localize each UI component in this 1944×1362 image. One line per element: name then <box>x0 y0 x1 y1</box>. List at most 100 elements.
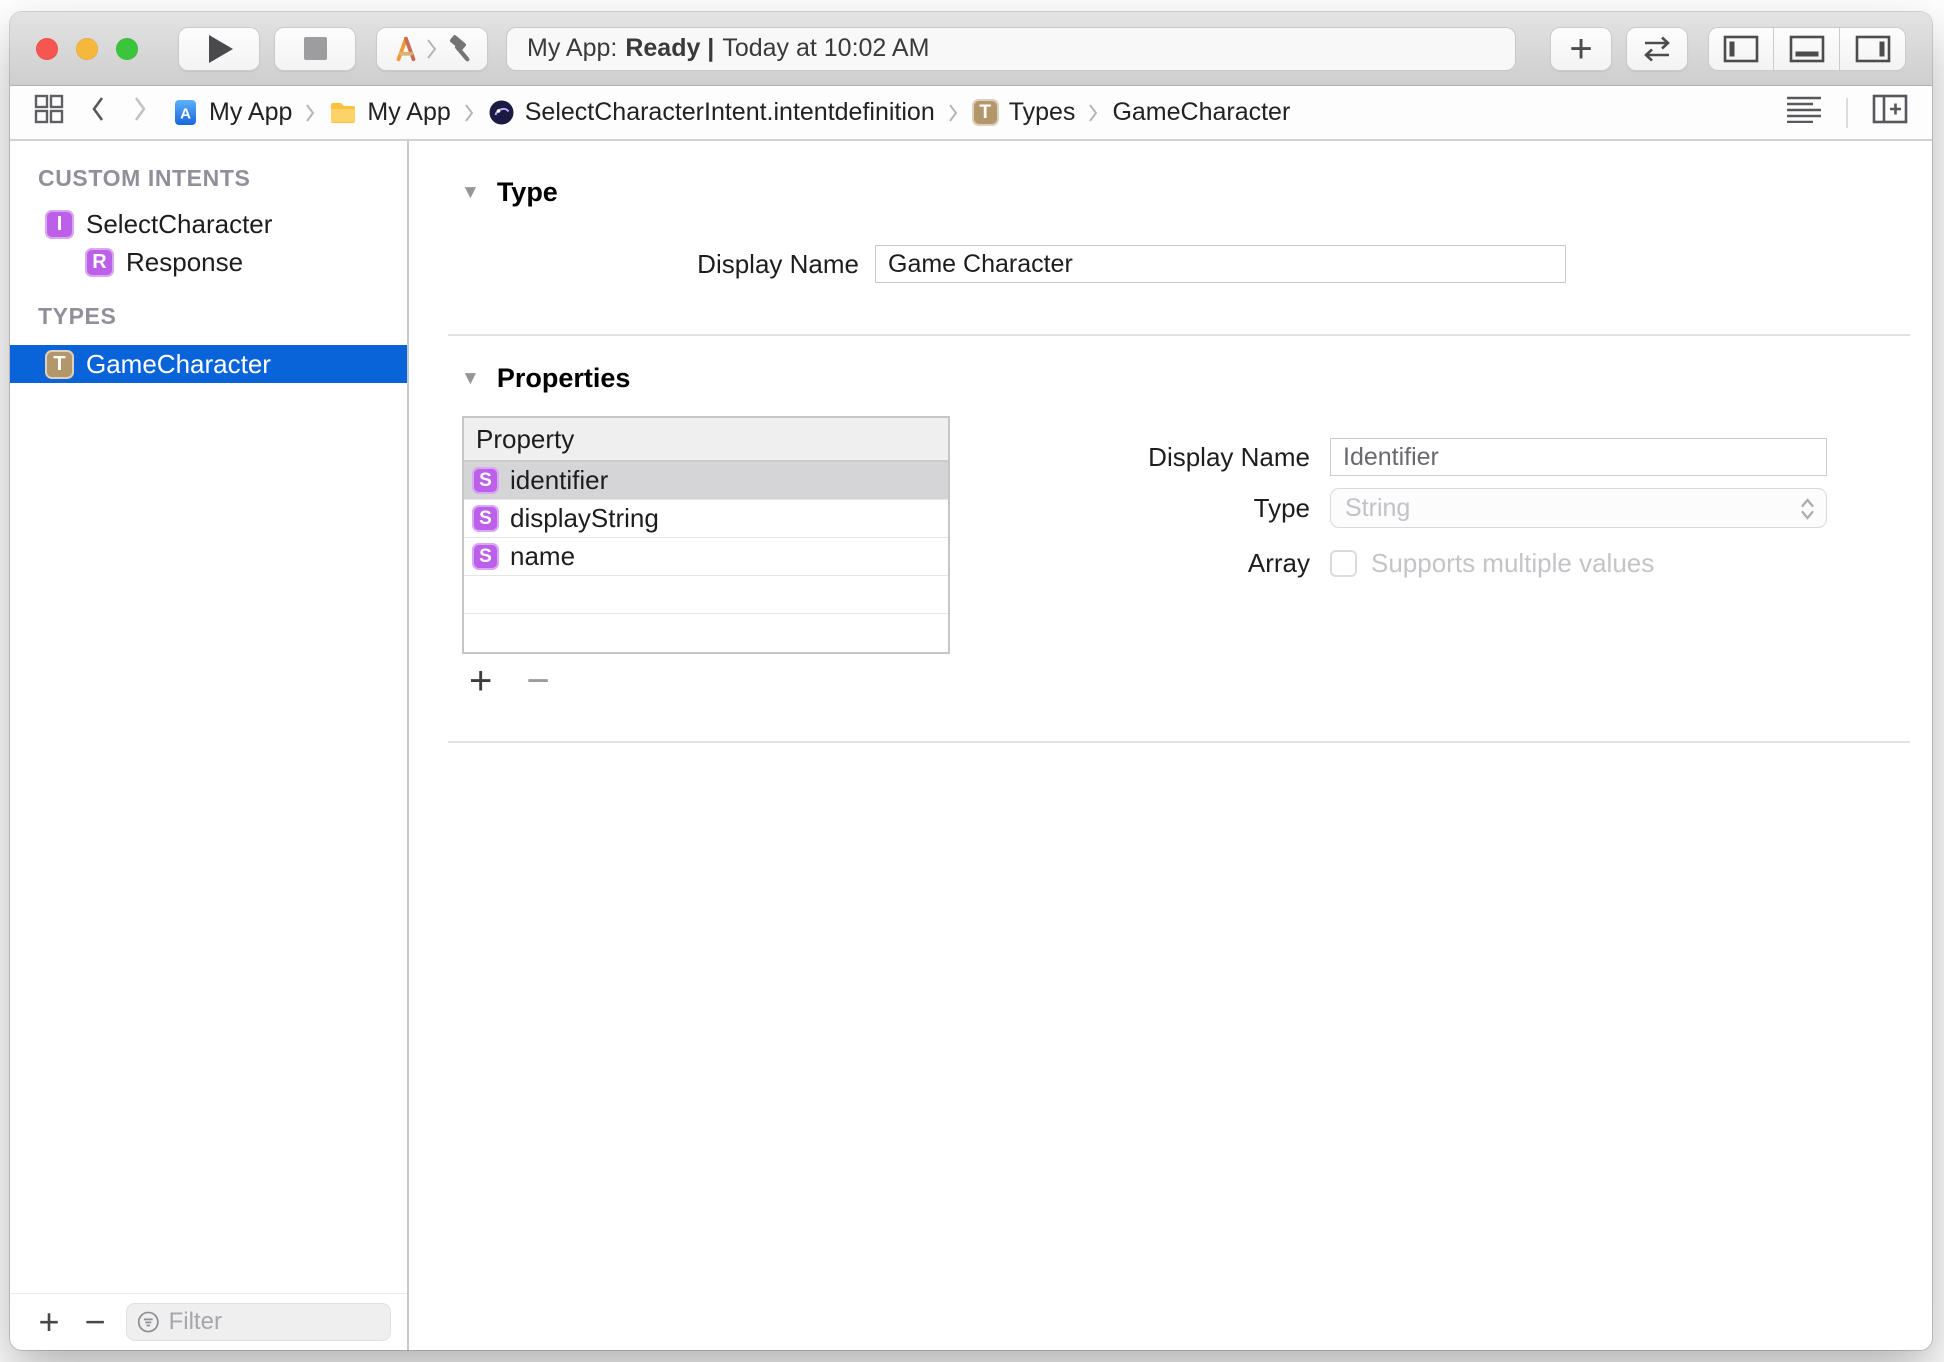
back-button[interactable] <box>90 96 106 129</box>
project-icon: A <box>172 99 199 126</box>
add-editor-icon <box>1872 92 1908 126</box>
remove-property-button[interactable]: − <box>526 661 549 701</box>
compare-arrows-icon <box>1638 34 1676 64</box>
sidebar-outline: CUSTOM INTENTS I SelectCharacter R Respo… <box>10 141 407 1293</box>
type-disclosure-triangle[interactable]: ▼ <box>461 182 480 204</box>
array-checkbox[interactable] <box>1330 550 1357 577</box>
related-items-button[interactable] <box>34 94 64 131</box>
forward-button[interactable] <box>132 96 148 129</box>
type-display-name-input[interactable] <box>875 245 1566 283</box>
type-badge: T <box>972 99 999 126</box>
breadcrumb-project[interactable]: A My App <box>172 98 292 127</box>
close-window-button[interactable] <box>36 38 58 60</box>
library-button[interactable]: + <box>1550 27 1612 71</box>
navigator-toggle-button[interactable] <box>1708 27 1774 71</box>
breadcrumb-intent-file[interactable]: SelectCharacterIntent.intentdefinition <box>488 98 935 127</box>
breadcrumb-chevron-icon <box>1088 103 1099 123</box>
toolbar: My App: Ready | Today at 10:02 AM + <box>10 12 1932 86</box>
intent-badge: I <box>45 210 74 239</box>
play-icon <box>209 35 233 63</box>
property-table-actions: + − <box>469 661 550 701</box>
status-project: My App: <box>527 34 617 63</box>
jump-bar: A My App My App <box>10 86 1932 141</box>
type-dropdown-value: String <box>1345 494 1410 523</box>
content-area: CUSTOM INTENTS I SelectCharacter R Respo… <box>10 141 1932 1350</box>
add-editor-button[interactable] <box>1872 92 1908 133</box>
activity-status-display: My App: Ready | Today at 10:02 AM <box>506 27 1516 71</box>
status-state: Ready | <box>625 34 714 63</box>
sidebar-item-gamecharacter[interactable]: T GameCharacter <box>10 345 407 383</box>
breadcrumb-label: SelectCharacterIntent.intentdefinition <box>525 98 935 127</box>
intent-file-icon <box>488 99 515 126</box>
detail-display-name-input[interactable] <box>1330 438 1827 476</box>
breadcrumb-group[interactable]: My App <box>329 98 450 127</box>
sidebar-item-response[interactable]: R Response <box>10 243 407 281</box>
breadcrumb-gamecharacter[interactable]: GameCharacter <box>1112 98 1290 127</box>
chevron-left-icon <box>90 96 106 122</box>
folder-icon <box>329 101 357 125</box>
properties-section-title: Properties <box>497 363 631 394</box>
minimize-window-button[interactable] <box>76 38 98 60</box>
detail-type-row: Type String <box>409 488 1827 528</box>
run-button[interactable] <box>178 27 260 71</box>
sidebar-item-selectcharacter[interactable]: I SelectCharacter <box>10 205 407 243</box>
section-header-types: TYPES <box>38 301 407 331</box>
sidebar-item-label: GameCharacter <box>86 349 271 380</box>
display-name-label: Display Name <box>409 249 859 280</box>
remove-intent-button[interactable]: − <box>72 1304 118 1340</box>
properties-disclosure-triangle[interactable]: ▼ <box>461 368 480 390</box>
related-items-icon <box>34 94 64 124</box>
jump-bar-controls <box>34 94 148 131</box>
xcode-tools-icon <box>391 34 421 64</box>
add-intent-button[interactable]: + <box>26 1304 72 1340</box>
response-badge: R <box>85 248 114 277</box>
property-row-empty[interactable] <box>464 576 948 614</box>
sidebar-item-label: Response <box>126 247 243 278</box>
code-review-button[interactable] <box>1626 27 1688 71</box>
sidebar-bottom-bar: + − <box>10 1293 407 1350</box>
detail-array-label: Array <box>409 548 1310 579</box>
breadcrumb-chevron-icon <box>464 103 475 123</box>
chevron-right-icon <box>132 96 148 122</box>
activity-tools-button[interactable] <box>376 27 488 71</box>
inspector-toggle-button[interactable] <box>1840 27 1906 71</box>
breadcrumb-label: My App <box>367 98 450 127</box>
breadcrumb-label: GameCharacter <box>1112 98 1290 127</box>
section-divider <box>448 741 1910 743</box>
section-divider <box>448 334 1910 336</box>
panel-toggles <box>1708 27 1906 71</box>
jump-bar-right <box>1786 92 1908 133</box>
filter-input[interactable] <box>169 1308 380 1336</box>
filter-field[interactable] <box>126 1303 391 1341</box>
add-property-button[interactable]: + <box>469 661 492 701</box>
array-checkbox-label: Supports multiple values <box>1371 548 1654 579</box>
type-section-header: ▼ Type <box>461 177 558 208</box>
properties-section-header: ▼ Properties <box>461 363 630 394</box>
debug-area-toggle-button[interactable] <box>1774 27 1840 71</box>
zoom-window-button[interactable] <box>116 38 138 60</box>
breadcrumb-label: Types <box>1009 98 1076 127</box>
detail-display-name-row: Display Name <box>409 438 1827 476</box>
detail-array-row: Array Supports multiple values <box>409 548 1654 579</box>
divider <box>1846 98 1848 128</box>
debug-panel-icon <box>1789 35 1825 63</box>
section-header-custom-intents: CUSTOM INTENTS <box>38 163 407 193</box>
sidebar-item-label: SelectCharacter <box>86 209 272 240</box>
breadcrumb-types[interactable]: T Types <box>972 98 1076 127</box>
type-dropdown[interactable]: String <box>1330 488 1827 528</box>
text-lines-icon <box>1786 95 1822 123</box>
stepper-chevrons-icon <box>1799 495 1816 523</box>
plus-icon: + <box>1569 29 1592 69</box>
stop-button[interactable] <box>274 27 356 71</box>
type-section-title: Type <box>497 177 558 208</box>
breadcrumb-label: My App <box>209 98 292 127</box>
type-display-name-row: Display Name <box>409 245 1566 283</box>
detail-display-name-label: Display Name <box>409 442 1310 473</box>
status-time: Today at 10:02 AM <box>722 34 929 63</box>
property-row-empty[interactable] <box>464 614 948 652</box>
detail-type-label: Type <box>409 493 1310 524</box>
breadcrumb: A My App My App <box>172 98 1786 127</box>
traffic-lights <box>36 38 138 60</box>
chevron-separator-icon <box>426 38 438 60</box>
editor-options-button[interactable] <box>1786 95 1822 130</box>
